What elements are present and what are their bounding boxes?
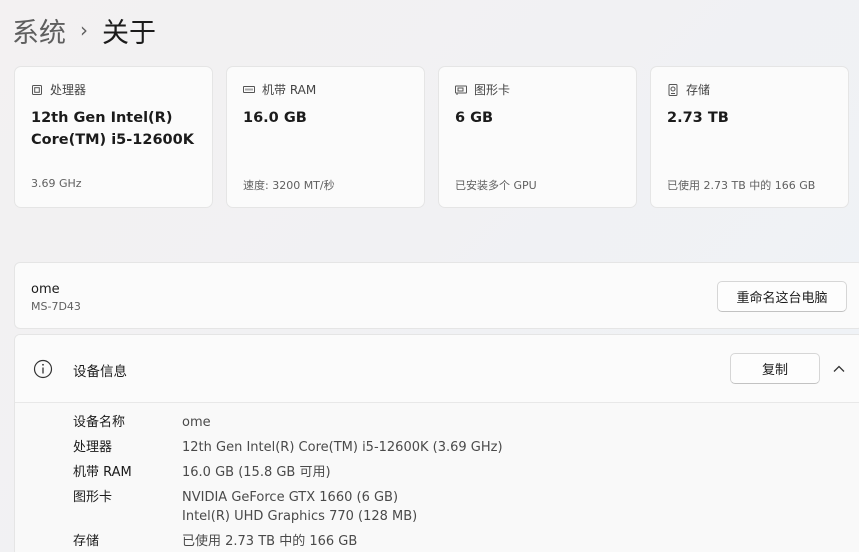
storage-icon [667, 83, 679, 96]
storage-card-value: 2.73 TB [667, 110, 729, 126]
device-name: ome [31, 282, 60, 297]
device-name-panel: ome MS-7D43 重命名这台电脑 [14, 262, 859, 329]
storage-card-label: 存储 [686, 83, 711, 97]
spec-value: ome [182, 415, 211, 430]
spec-value: Intel(R) UHD Graphics 770 (128 MB) [182, 509, 418, 524]
graphics-card-icon [455, 84, 467, 96]
spec-value: 16.0 GB (15.8 GB 可用) [182, 465, 331, 480]
graphics-card-label: 图形卡 [474, 83, 511, 97]
spec-value: 已使用 2.73 TB 中的 166 GB [182, 534, 358, 549]
storage-card-sub: 已使用 2.73 TB 中的 166 GB [667, 179, 816, 192]
device-model: MS-7D43 [31, 300, 81, 313]
rename-pc-button[interactable]: 重命名这台电脑 [717, 281, 847, 312]
spec-label: 处理器 [73, 440, 113, 455]
breadcrumb: 系统 › 关于 [12, 10, 156, 50]
copy-button[interactable]: 复制 [730, 353, 820, 384]
ram-card-value: 16.0 GB [243, 110, 307, 126]
spec-cards: 处理器 12th Gen Intel(R) Core(TM) i5-12600K… [14, 66, 849, 208]
chevron-up-icon[interactable] [832, 362, 846, 376]
info-icon [33, 359, 53, 379]
breadcrumb-system-link[interactable]: 系统 [12, 11, 66, 50]
processor-card-value: 12th Gen Intel(R) Core(TM) i5-12600K [31, 110, 194, 148]
storage-card: 存储 2.73 TB 已使用 2.73 TB 中的 166 GB [650, 66, 849, 208]
ram-card-sub: 速度: 3200 MT/秒 [243, 179, 335, 192]
processor-card-label: 处理器 [50, 83, 87, 97]
device-info-section: 设备信息 复制 设备名称 ome 处理器 12th Gen Intel(R) C… [14, 334, 859, 552]
graphics-card-value: 6 GB [455, 110, 494, 126]
spec-label: 存储 [73, 534, 100, 549]
processor-card: 处理器 12th Gen Intel(R) Core(TM) i5-12600K… [14, 66, 213, 208]
device-info-title: 设备信息 [73, 364, 127, 380]
spec-value: 12th Gen Intel(R) Core(TM) i5-12600K (3.… [182, 440, 503, 455]
spec-label: 机带 RAM [73, 465, 132, 480]
ram-card-label: 机带 RAM [262, 83, 317, 97]
breadcrumb-separator: › [80, 18, 88, 42]
device-info-header[interactable]: 设备信息 复制 [15, 335, 859, 403]
page-title: 关于 [102, 17, 156, 49]
processor-card-sub: 3.69 GHz [31, 177, 82, 190]
processor-icon [31, 84, 43, 96]
ram-icon [243, 84, 255, 96]
graphics-card: 图形卡 6 GB 已安装多个 GPU [438, 66, 637, 208]
spec-value: NVIDIA GeForce GTX 1660 (6 GB) [182, 490, 399, 505]
graphics-card-sub: 已安装多个 GPU [455, 179, 537, 192]
spec-label: 图形卡 [73, 490, 113, 505]
ram-card: 机带 RAM 16.0 GB 速度: 3200 MT/秒 [226, 66, 425, 208]
spec-label: 设备名称 [73, 415, 126, 430]
